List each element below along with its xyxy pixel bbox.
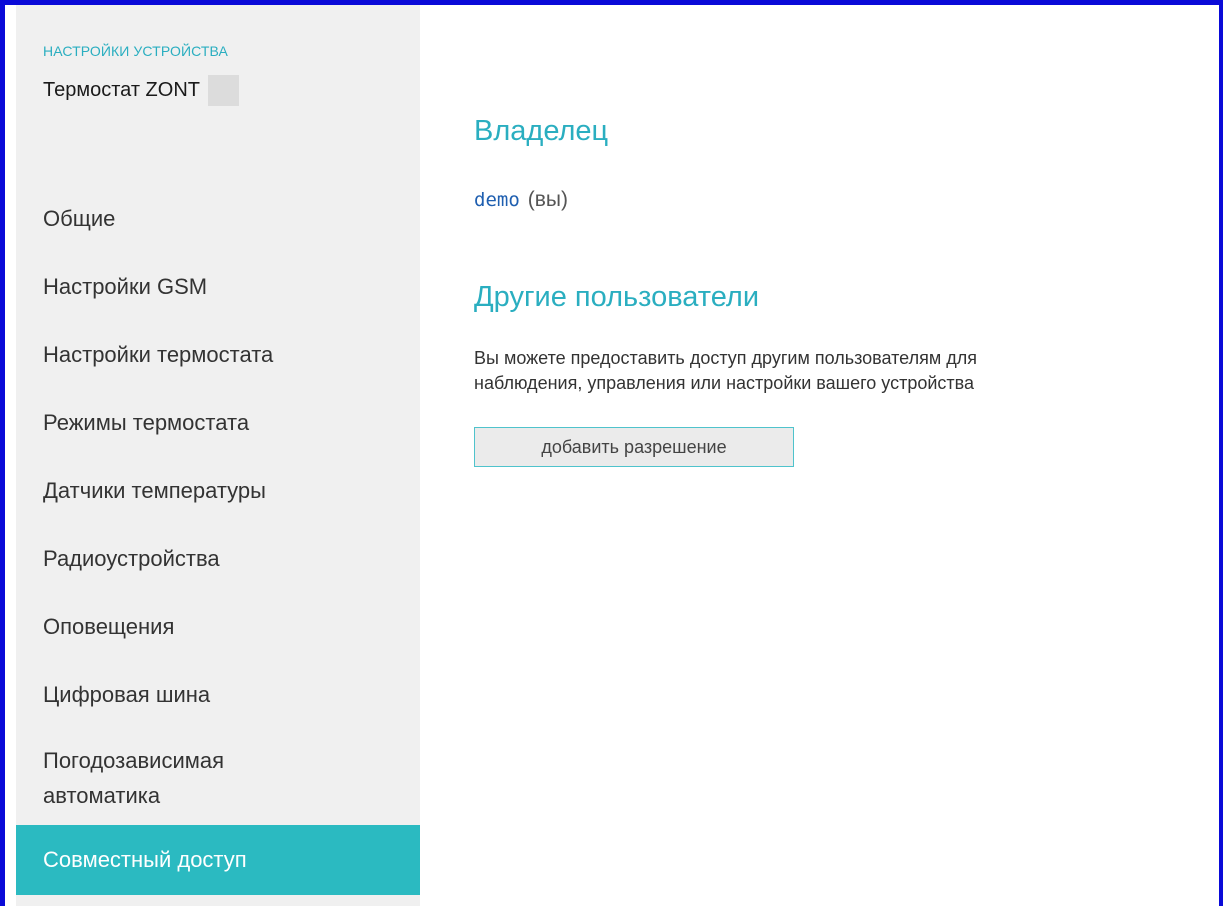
device-color-swatch xyxy=(207,75,239,106)
sidebar-item-label: Радиоустройства xyxy=(43,546,220,571)
sidebar-item-temperature-sensors[interactable]: Датчики температуры xyxy=(16,457,420,525)
sidebar-item-label: Цифровая шина xyxy=(43,682,211,707)
sidebar-item-label: Погодозависимая автоматика xyxy=(43,748,225,808)
sidebar-item-label: Общие xyxy=(43,206,116,231)
sidebar-item-label: Датчики температуры xyxy=(43,478,266,503)
sidebar-section-label: НАСТРОЙКИ УСТРОЙСТВА xyxy=(43,43,228,59)
window-edge xyxy=(5,5,14,906)
sidebar-item-label: Оповещения xyxy=(43,614,175,639)
app-window: НАСТРОЙКИ УСТРОЙСТВА Термостат ZONT Общи… xyxy=(0,0,1223,906)
device-name: Термостат ZONT xyxy=(43,79,200,101)
settings-sidebar: НАСТРОЙКИ УСТРОЙСТВА Термостат ZONT Общи… xyxy=(16,5,420,906)
sidebar-item-label: Настройки термостата xyxy=(43,342,274,367)
sidebar-item-thermostat-modes[interactable]: Режимы термостата xyxy=(16,389,420,457)
sidebar-header: НАСТРОЙКИ УСТРОЙСТВА Термостат ZONT xyxy=(43,43,403,106)
sidebar-item-radio-devices[interactable]: Радиоустройства xyxy=(16,525,420,593)
owner-row: demo (вы) xyxy=(474,188,568,212)
description-line-1: Вы можете предоставить доступ другим пол… xyxy=(474,348,977,368)
sidebar-item-gsm-settings[interactable]: Настройки GSM xyxy=(16,253,420,321)
sidebar-item-label: Совместный доступ xyxy=(43,847,247,872)
sidebar-item-thermostat-settings[interactable]: Настройки термостата xyxy=(16,321,420,389)
sidebar-item-label: Режимы термостата xyxy=(43,410,250,435)
device-name-row: Термостат ZONT xyxy=(43,75,403,106)
owner-heading: Владелец xyxy=(474,115,609,147)
other-users-description: Вы можете предоставить доступ другим пол… xyxy=(474,346,1194,396)
settings-nav: Общие Настройки GSM Настройки термостата… xyxy=(16,185,420,895)
description-line-2: наблюдения, управления или настройки ваш… xyxy=(474,373,975,393)
owner-you-label: (вы) xyxy=(527,188,569,211)
add-permission-button[interactable]: добавить разрешение xyxy=(474,427,794,467)
sidebar-item-notifications[interactable]: Оповещения xyxy=(16,593,420,661)
sidebar-item-general[interactable]: Общие xyxy=(16,185,420,253)
owner-name-link[interactable]: demo xyxy=(474,189,520,211)
sidebar-item-label: Настройки GSM xyxy=(43,274,208,299)
sidebar-item-digital-bus[interactable]: Цифровая шина xyxy=(16,661,420,729)
sidebar-item-weather-automation[interactable]: Погодозависимая автоматика xyxy=(16,729,420,825)
other-users-heading: Другие пользователи xyxy=(474,281,760,313)
sidebar-item-shared-access[interactable]: Совместный доступ xyxy=(16,825,420,895)
